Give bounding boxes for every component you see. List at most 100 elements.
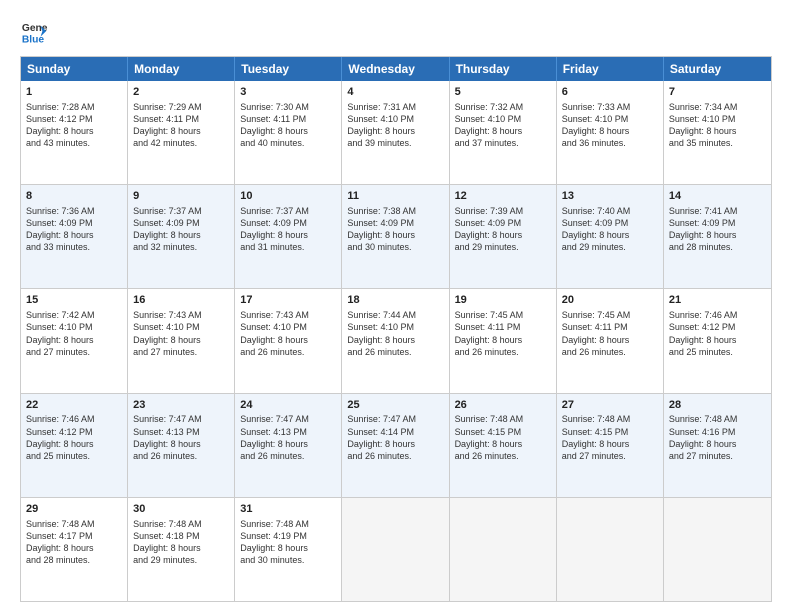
day-of-week-header: Monday: [128, 57, 235, 81]
cell-line: Daylight: 8 hours: [240, 542, 336, 554]
cell-line: Sunrise: 7:46 AM: [26, 413, 122, 425]
calendar-cell: 25Sunrise: 7:47 AMSunset: 4:14 PMDayligh…: [342, 394, 449, 497]
calendar-cell: 22Sunrise: 7:46 AMSunset: 4:12 PMDayligh…: [21, 394, 128, 497]
cell-line: and 26 minutes.: [240, 450, 336, 462]
day-of-week-header: Sunday: [21, 57, 128, 81]
day-number: 28: [669, 398, 766, 413]
cell-line: Sunset: 4:12 PM: [669, 321, 766, 333]
cell-line: Sunset: 4:17 PM: [26, 530, 122, 542]
day-number: 22: [26, 398, 122, 413]
logo-icon: General Blue: [20, 18, 48, 46]
day-number: 26: [455, 398, 551, 413]
calendar-cell: 1Sunrise: 7:28 AMSunset: 4:12 PMDaylight…: [21, 81, 128, 184]
calendar-cell: 14Sunrise: 7:41 AMSunset: 4:09 PMDayligh…: [664, 185, 771, 288]
cell-line: Sunrise: 7:48 AM: [562, 413, 658, 425]
cell-line: Sunrise: 7:43 AM: [133, 309, 229, 321]
day-number: 12: [455, 189, 551, 204]
cell-line: and 39 minutes.: [347, 137, 443, 149]
cell-line: and 27 minutes.: [26, 346, 122, 358]
cell-line: and 27 minutes.: [133, 346, 229, 358]
cell-line: and 26 minutes.: [455, 450, 551, 462]
cell-line: Daylight: 8 hours: [455, 334, 551, 346]
calendar-cell: 6Sunrise: 7:33 AMSunset: 4:10 PMDaylight…: [557, 81, 664, 184]
cell-line: Daylight: 8 hours: [347, 229, 443, 241]
day-number: 24: [240, 398, 336, 413]
cell-line: Sunrise: 7:28 AM: [26, 101, 122, 113]
cell-line: Sunset: 4:16 PM: [669, 426, 766, 438]
day-number: 9: [133, 189, 229, 204]
cell-line: and 40 minutes.: [240, 137, 336, 149]
day-number: 20: [562, 293, 658, 308]
day-number: 4: [347, 85, 443, 100]
calendar-cell: 16Sunrise: 7:43 AMSunset: 4:10 PMDayligh…: [128, 289, 235, 392]
cell-line: and 27 minutes.: [669, 450, 766, 462]
cell-line: Sunrise: 7:33 AM: [562, 101, 658, 113]
cell-line: Sunrise: 7:48 AM: [240, 518, 336, 530]
day-number: 13: [562, 189, 658, 204]
day-number: 23: [133, 398, 229, 413]
calendar-cell: 31Sunrise: 7:48 AMSunset: 4:19 PMDayligh…: [235, 498, 342, 601]
calendar-cell: 11Sunrise: 7:38 AMSunset: 4:09 PMDayligh…: [342, 185, 449, 288]
calendar-cell: 4Sunrise: 7:31 AMSunset: 4:10 PMDaylight…: [342, 81, 449, 184]
cell-line: Sunrise: 7:44 AM: [347, 309, 443, 321]
day-number: 15: [26, 293, 122, 308]
empty-cell: [450, 498, 557, 601]
cell-line: Sunrise: 7:30 AM: [240, 101, 336, 113]
day-number: 17: [240, 293, 336, 308]
calendar-cell: 2Sunrise: 7:29 AMSunset: 4:11 PMDaylight…: [128, 81, 235, 184]
cell-line: Sunset: 4:11 PM: [455, 321, 551, 333]
cell-line: and 25 minutes.: [669, 346, 766, 358]
cell-line: Daylight: 8 hours: [26, 229, 122, 241]
calendar-cell: 30Sunrise: 7:48 AMSunset: 4:18 PMDayligh…: [128, 498, 235, 601]
cell-line: Sunrise: 7:48 AM: [133, 518, 229, 530]
cell-line: Sunset: 4:09 PM: [669, 217, 766, 229]
calendar-body: 1Sunrise: 7:28 AMSunset: 4:12 PMDaylight…: [21, 81, 771, 601]
cell-line: Sunrise: 7:46 AM: [669, 309, 766, 321]
calendar-cell: 9Sunrise: 7:37 AMSunset: 4:09 PMDaylight…: [128, 185, 235, 288]
calendar-row: 15Sunrise: 7:42 AMSunset: 4:10 PMDayligh…: [21, 288, 771, 392]
calendar-cell: 28Sunrise: 7:48 AMSunset: 4:16 PMDayligh…: [664, 394, 771, 497]
cell-line: Daylight: 8 hours: [26, 542, 122, 554]
calendar-cell: 23Sunrise: 7:47 AMSunset: 4:13 PMDayligh…: [128, 394, 235, 497]
day-number: 7: [669, 85, 766, 100]
cell-line: Sunset: 4:13 PM: [133, 426, 229, 438]
cell-line: Daylight: 8 hours: [133, 229, 229, 241]
cell-line: Sunset: 4:10 PM: [455, 113, 551, 125]
cell-line: Daylight: 8 hours: [562, 438, 658, 450]
day-number: 14: [669, 189, 766, 204]
header: General Blue: [20, 18, 772, 46]
cell-line: Sunset: 4:09 PM: [455, 217, 551, 229]
cell-line: and 26 minutes.: [240, 346, 336, 358]
empty-cell: [557, 498, 664, 601]
cell-line: Daylight: 8 hours: [455, 229, 551, 241]
cell-line: Daylight: 8 hours: [240, 438, 336, 450]
cell-line: and 37 minutes.: [455, 137, 551, 149]
cell-line: and 43 minutes.: [26, 137, 122, 149]
cell-line: Sunrise: 7:40 AM: [562, 205, 658, 217]
calendar: SundayMondayTuesdayWednesdayThursdayFrid…: [20, 56, 772, 602]
cell-line: Daylight: 8 hours: [455, 125, 551, 137]
cell-line: Daylight: 8 hours: [455, 438, 551, 450]
cell-line: Sunrise: 7:48 AM: [455, 413, 551, 425]
cell-line: Sunrise: 7:37 AM: [240, 205, 336, 217]
day-of-week-header: Thursday: [450, 57, 557, 81]
cell-line: Sunset: 4:15 PM: [455, 426, 551, 438]
cell-line: Sunset: 4:11 PM: [240, 113, 336, 125]
cell-line: Daylight: 8 hours: [347, 438, 443, 450]
cell-line: Daylight: 8 hours: [669, 334, 766, 346]
calendar-cell: 8Sunrise: 7:36 AMSunset: 4:09 PMDaylight…: [21, 185, 128, 288]
cell-line: and 29 minutes.: [133, 554, 229, 566]
cell-line: Daylight: 8 hours: [133, 438, 229, 450]
cell-line: Daylight: 8 hours: [26, 438, 122, 450]
day-number: 6: [562, 85, 658, 100]
day-number: 5: [455, 85, 551, 100]
cell-line: Sunset: 4:19 PM: [240, 530, 336, 542]
cell-line: Sunrise: 7:47 AM: [133, 413, 229, 425]
cell-line: Daylight: 8 hours: [240, 334, 336, 346]
cell-line: Sunrise: 7:43 AM: [240, 309, 336, 321]
cell-line: Sunset: 4:09 PM: [347, 217, 443, 229]
cell-line: and 32 minutes.: [133, 241, 229, 253]
day-number: 1: [26, 85, 122, 100]
day-number: 11: [347, 189, 443, 204]
calendar-row: 22Sunrise: 7:46 AMSunset: 4:12 PMDayligh…: [21, 393, 771, 497]
